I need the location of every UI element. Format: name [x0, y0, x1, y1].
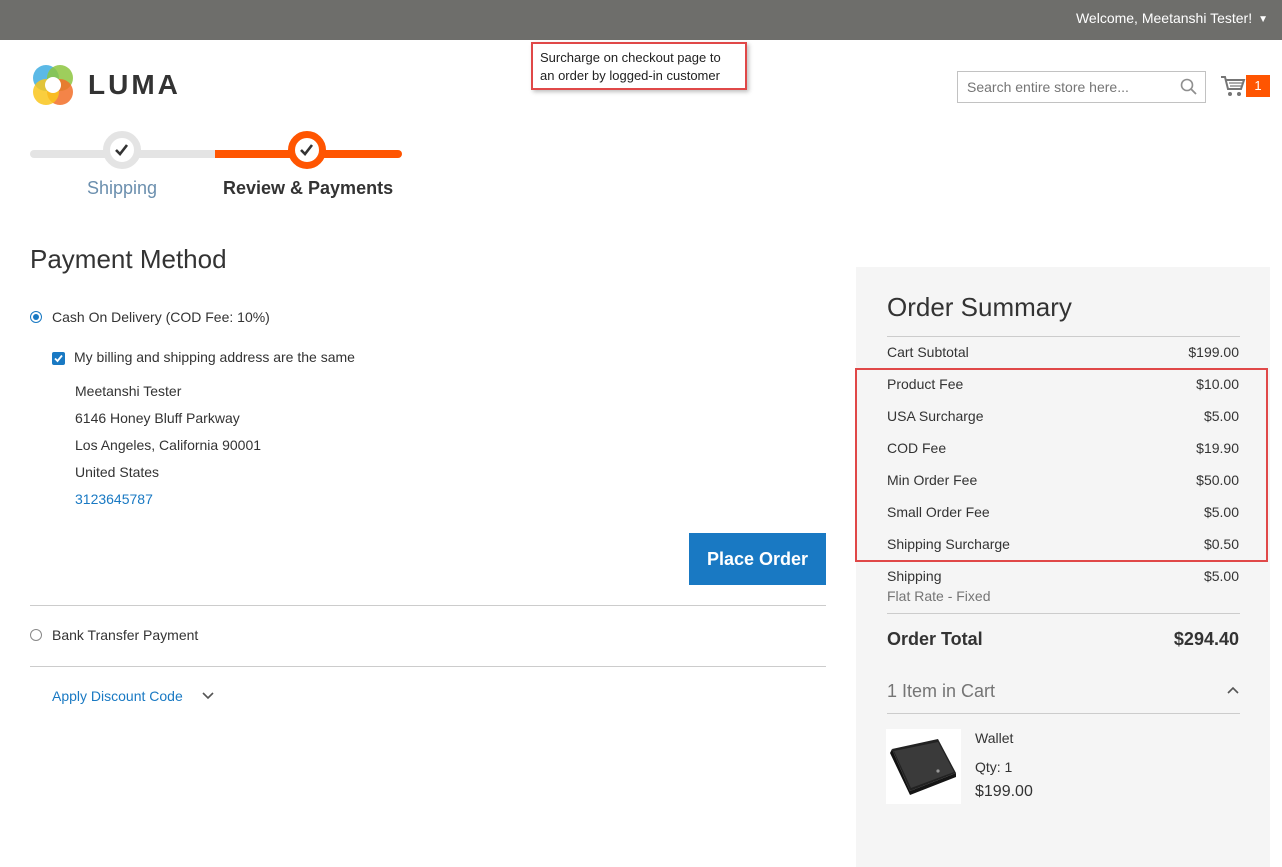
chevron-up-icon[interactable]: [1227, 686, 1239, 694]
cod-radio[interactable]: [30, 311, 42, 323]
items-in-cart-toggle[interactable]: 1 Item in Cart: [887, 681, 995, 702]
divider: [887, 713, 1240, 714]
summary-row-value: $199.00: [1188, 344, 1239, 360]
cart-count-badge[interactable]: 1: [1246, 75, 1270, 97]
annotation-note: Surcharge on checkout page to an order b…: [531, 42, 747, 90]
shipping-method-label: Flat Rate - Fixed: [887, 588, 991, 604]
divider: [30, 605, 826, 606]
order-summary-title: Order Summary: [887, 292, 1072, 322]
search-icon[interactable]: [1180, 78, 1198, 96]
payment-method-title: Payment Method: [30, 244, 227, 274]
address-country: United States: [75, 464, 160, 480]
summary-row-label: Shipping: [887, 568, 942, 584]
surcharge-highlight-box: [855, 368, 1268, 562]
summary-row-value: $5.00: [1203, 568, 1239, 584]
bank-transfer-radio[interactable]: [30, 629, 42, 641]
step-review-indicator: [288, 131, 326, 169]
place-order-button[interactable]: Place Order: [689, 533, 826, 585]
product-qty: Qty: 1: [975, 759, 1013, 775]
chevron-down-icon[interactable]: [202, 692, 214, 700]
bank-transfer-label[interactable]: Bank Transfer Payment: [52, 627, 198, 643]
divider: [887, 336, 1240, 337]
cod-label[interactable]: Cash On Delivery (COD Fee: 10%): [52, 309, 270, 325]
checkmark-icon: [300, 144, 314, 156]
summary-row-label: Cart Subtotal: [887, 344, 969, 360]
apply-discount-link[interactable]: Apply Discount Code: [52, 688, 183, 704]
chevron-down-icon: ▼: [1258, 14, 1268, 25]
divider: [887, 613, 1240, 614]
search-input[interactable]: [957, 71, 1206, 103]
luma-logo-mark-icon: [33, 65, 73, 105]
address-phone-link[interactable]: 3123645787: [75, 491, 153, 507]
checkmark-icon: [54, 354, 63, 363]
checkmark-icon: [115, 144, 129, 156]
product-price: $199.00: [975, 783, 1033, 800]
billing-same-checkbox[interactable]: [52, 352, 65, 365]
billing-same-label[interactable]: My billing and shipping address are the …: [74, 349, 355, 365]
order-total-label: Order Total: [887, 629, 983, 649]
logo-text: LUMA: [88, 69, 181, 100]
wallet-image: [890, 739, 956, 795]
customer-menu[interactable]: Welcome, Meetanshi Tester! ▼: [1076, 10, 1268, 26]
step-shipping-label[interactable]: Shipping: [87, 178, 157, 199]
address-street: 6146 Honey Bluff Parkway: [75, 410, 240, 426]
divider: [30, 666, 826, 667]
order-total-value: $294.40: [1173, 629, 1239, 649]
product-thumbnail: [886, 729, 961, 804]
step-review-label: Review & Payments: [223, 178, 394, 198]
product-name: Wallet: [975, 730, 1014, 746]
welcome-text: Welcome, Meetanshi Tester!: [1075, 10, 1253, 26]
address-name: Meetanshi Tester: [75, 383, 182, 399]
cart-icon[interactable]: [1220, 74, 1246, 98]
address-city: Los Angeles, California 90001: [75, 437, 262, 453]
step-shipping-indicator: [103, 131, 141, 169]
